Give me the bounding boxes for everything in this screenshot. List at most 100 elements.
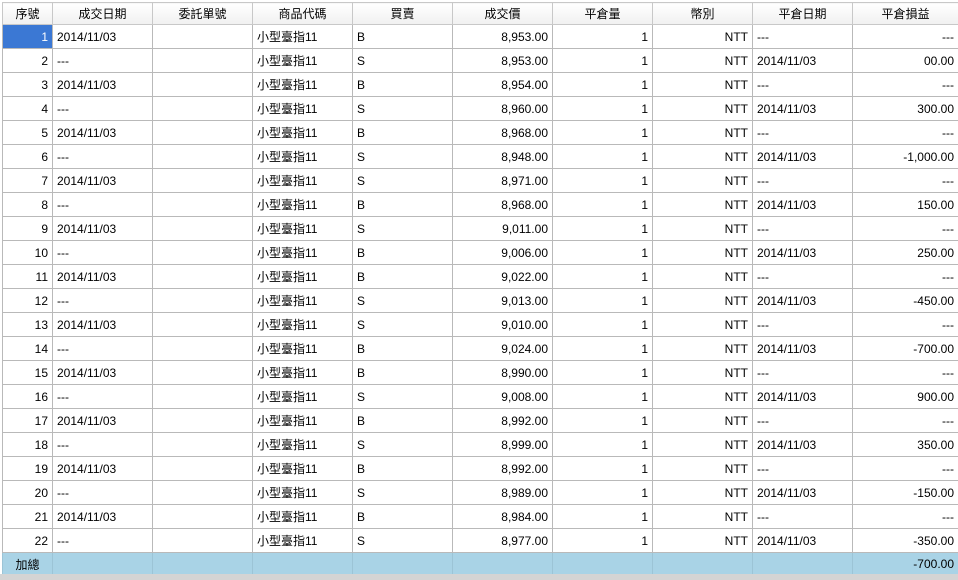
- qty-cell[interactable]: 1: [552, 336, 653, 361]
- close-date-cell[interactable]: ---: [752, 408, 853, 433]
- product-cell[interactable]: 小型臺指11: [252, 192, 353, 217]
- side-cell[interactable]: B: [352, 192, 453, 217]
- side-cell[interactable]: S: [352, 288, 453, 313]
- qty-cell[interactable]: 1: [552, 432, 653, 457]
- trade-date-cell[interactable]: ---: [52, 288, 153, 313]
- product-cell[interactable]: 小型臺指11: [252, 480, 353, 505]
- currency-cell[interactable]: NTT: [652, 360, 753, 385]
- product-cell[interactable]: 小型臺指11: [252, 144, 353, 169]
- close-date-cell[interactable]: 2014/11/03: [752, 384, 853, 409]
- pnl-cell[interactable]: 900.00: [852, 384, 958, 409]
- close-date-cell[interactable]: 2014/11/03: [752, 528, 853, 553]
- table-row[interactable]: 7 2014/11/03 小型臺指11 S 8,971.00 1 NTT --- ---: [2, 168, 958, 193]
- order-no-cell[interactable]: [152, 120, 253, 145]
- seq-cell[interactable]: 18: [2, 432, 53, 457]
- order-no-cell[interactable]: [152, 264, 253, 289]
- col-header-order-no[interactable]: 委託單號: [152, 2, 253, 25]
- pnl-cell[interactable]: 150.00: [852, 192, 958, 217]
- price-cell[interactable]: 9,006.00: [452, 240, 553, 265]
- trade-date-cell[interactable]: ---: [52, 144, 153, 169]
- table-row[interactable]: 4 --- 小型臺指11 S 8,960.00 1 NTT 2014/11/03 300.00: [2, 96, 958, 121]
- product-cell[interactable]: 小型臺指11: [252, 216, 353, 241]
- qty-cell[interactable]: 1: [552, 312, 653, 337]
- price-cell[interactable]: 9,011.00: [452, 216, 553, 241]
- table-row[interactable]: 6 --- 小型臺指11 S 8,948.00 1 NTT 2014/11/03 -1,000.…: [2, 144, 958, 169]
- pnl-cell[interactable]: ---: [852, 504, 958, 529]
- seq-cell[interactable]: 17: [2, 408, 53, 433]
- side-cell[interactable]: B: [352, 264, 453, 289]
- table-row[interactable]: 10 --- 小型臺指11 B 9,006.00 1 NTT 2014/11/03 250.00: [2, 240, 958, 265]
- qty-cell[interactable]: 1: [552, 72, 653, 97]
- qty-cell[interactable]: 1: [552, 528, 653, 553]
- close-date-cell[interactable]: 2014/11/03: [752, 96, 853, 121]
- side-cell[interactable]: B: [352, 72, 453, 97]
- close-date-cell[interactable]: 2014/11/03: [752, 336, 853, 361]
- pnl-cell[interactable]: 00.00: [852, 48, 958, 73]
- product-cell[interactable]: 小型臺指11: [252, 456, 353, 481]
- product-cell[interactable]: 小型臺指11: [252, 528, 353, 553]
- side-cell[interactable]: S: [352, 216, 453, 241]
- product-cell[interactable]: 小型臺指11: [252, 168, 353, 193]
- close-date-cell[interactable]: 2014/11/03: [752, 48, 853, 73]
- price-cell[interactable]: 8,992.00: [452, 456, 553, 481]
- close-date-cell[interactable]: ---: [752, 216, 853, 241]
- seq-cell[interactable]: 20: [2, 480, 53, 505]
- order-no-cell[interactable]: [152, 384, 253, 409]
- qty-cell[interactable]: 1: [552, 24, 653, 49]
- close-date-cell[interactable]: ---: [752, 360, 853, 385]
- qty-cell[interactable]: 1: [552, 96, 653, 121]
- close-date-cell[interactable]: ---: [752, 24, 853, 49]
- order-no-cell[interactable]: [152, 72, 253, 97]
- qty-cell[interactable]: 1: [552, 168, 653, 193]
- order-no-cell[interactable]: [152, 408, 253, 433]
- side-cell[interactable]: B: [352, 24, 453, 49]
- close-date-cell[interactable]: 2014/11/03: [752, 288, 853, 313]
- close-date-cell[interactable]: 2014/11/03: [752, 192, 853, 217]
- col-header-currency[interactable]: 幣別: [652, 2, 753, 25]
- close-date-cell[interactable]: 2014/11/03: [752, 240, 853, 265]
- table-row[interactable]: 18 --- 小型臺指11 S 8,999.00 1 NTT 2014/11/03 350.00: [2, 432, 958, 457]
- seq-cell[interactable]: 11: [2, 264, 53, 289]
- product-cell[interactable]: 小型臺指11: [252, 240, 353, 265]
- currency-cell[interactable]: NTT: [652, 192, 753, 217]
- seq-cell[interactable]: 16: [2, 384, 53, 409]
- col-header-trade-date[interactable]: 成交日期: [52, 2, 153, 25]
- order-no-cell[interactable]: [152, 504, 253, 529]
- trade-date-cell[interactable]: ---: [52, 336, 153, 361]
- currency-cell[interactable]: NTT: [652, 288, 753, 313]
- order-no-cell[interactable]: [152, 144, 253, 169]
- side-cell[interactable]: S: [352, 168, 453, 193]
- table-row[interactable]: 13 2014/11/03 小型臺指11 S 9,010.00 1 NTT --- ---: [2, 312, 958, 337]
- horizontal-scrollbar[interactable]: [0, 574, 958, 580]
- price-cell[interactable]: 8,968.00: [452, 192, 553, 217]
- close-date-cell[interactable]: ---: [752, 456, 853, 481]
- trade-date-cell[interactable]: 2014/11/03: [52, 408, 153, 433]
- currency-cell[interactable]: NTT: [652, 432, 753, 457]
- order-no-cell[interactable]: [152, 192, 253, 217]
- pnl-cell[interactable]: 250.00: [852, 240, 958, 265]
- close-date-cell[interactable]: ---: [752, 120, 853, 145]
- seq-cell[interactable]: 7: [2, 168, 53, 193]
- pnl-cell[interactable]: ---: [852, 24, 958, 49]
- col-header-seq[interactable]: 序號: [2, 2, 53, 25]
- side-cell[interactable]: B: [352, 336, 453, 361]
- pnl-cell[interactable]: ---: [852, 216, 958, 241]
- side-cell[interactable]: S: [352, 96, 453, 121]
- order-no-cell[interactable]: [152, 216, 253, 241]
- currency-cell[interactable]: NTT: [652, 144, 753, 169]
- table-row[interactable]: 8 --- 小型臺指11 B 8,968.00 1 NTT 2014/11/03 150.00: [2, 192, 958, 217]
- table-row[interactable]: 22 --- 小型臺指11 S 8,977.00 1 NTT 2014/11/03 -350.0…: [2, 528, 958, 553]
- trade-date-cell[interactable]: ---: [52, 432, 153, 457]
- qty-cell[interactable]: 1: [552, 192, 653, 217]
- col-header-pnl[interactable]: 平倉損益: [852, 2, 958, 25]
- currency-cell[interactable]: NTT: [652, 240, 753, 265]
- qty-cell[interactable]: 1: [552, 360, 653, 385]
- pnl-cell[interactable]: ---: [852, 360, 958, 385]
- qty-cell[interactable]: 1: [552, 408, 653, 433]
- table-row[interactable]: 3 2014/11/03 小型臺指11 B 8,954.00 1 NTT --- ---: [2, 72, 958, 97]
- trade-date-cell[interactable]: 2014/11/03: [52, 312, 153, 337]
- pnl-cell[interactable]: ---: [852, 72, 958, 97]
- currency-cell[interactable]: NTT: [652, 528, 753, 553]
- col-header-qty[interactable]: 平倉量: [552, 2, 653, 25]
- order-no-cell[interactable]: [152, 312, 253, 337]
